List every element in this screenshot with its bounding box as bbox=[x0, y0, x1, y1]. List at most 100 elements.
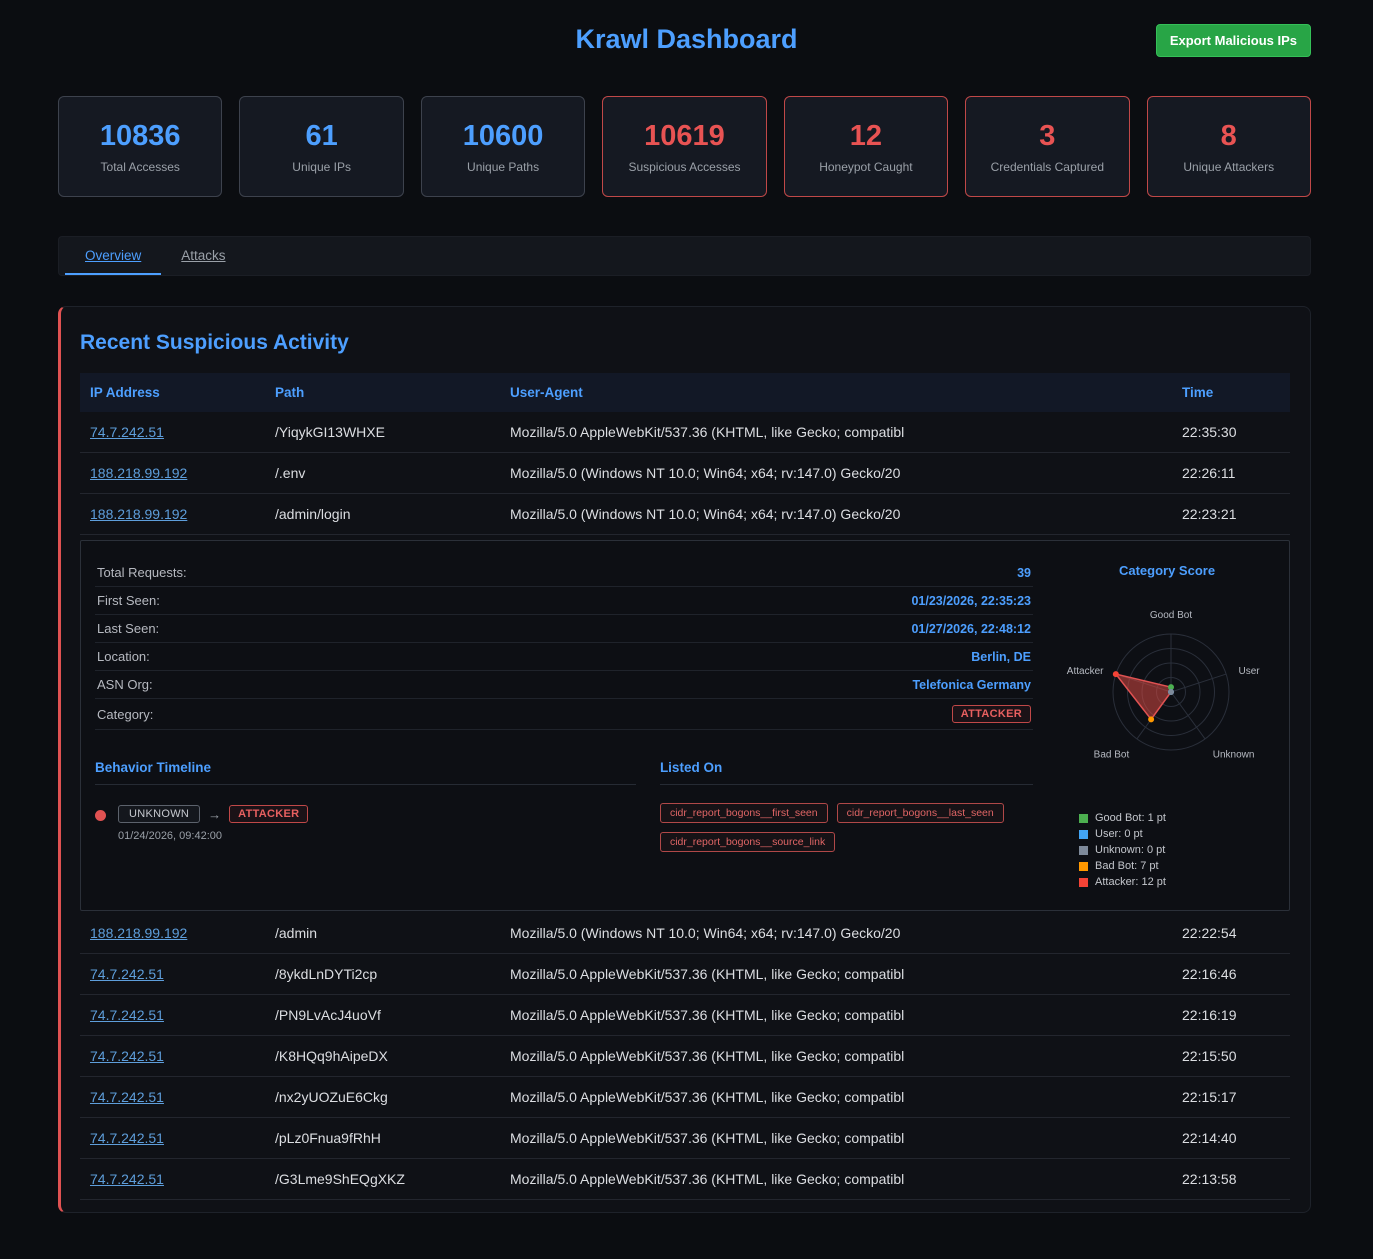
legend-item: Bad Bot: 7 pt bbox=[1079, 860, 1275, 872]
table-row[interactable]: 74.7.242.51 /K8HQq9hAipeDX Mozilla/5.0 A… bbox=[80, 1036, 1290, 1077]
radar-legend: Good Bot: 1 ptUser: 0 ptUnknown: 0 ptBad… bbox=[1079, 812, 1275, 888]
path-cell: /pLz0Fnua9fRhH bbox=[265, 1118, 500, 1159]
radar-score-polygon bbox=[1116, 674, 1171, 719]
listed-on-section: Listed On cidr_report_bogons__first_seen… bbox=[660, 760, 1033, 852]
ua-cell: Mozilla/5.0 AppleWebKit/537.36 (KHTML, l… bbox=[500, 1036, 1172, 1077]
detail-field-first-seen: First Seen: 01/23/2026, 22:35:23 bbox=[95, 587, 1033, 615]
ip-cell: 74.7.242.51 bbox=[80, 954, 265, 995]
ip-link[interactable]: 188.218.99.192 bbox=[90, 465, 187, 481]
export-malicious-ips-button[interactable]: Export Malicious IPs bbox=[1156, 24, 1311, 57]
ua-cell: Mozilla/5.0 AppleWebKit/537.36 (KHTML, l… bbox=[500, 1118, 1172, 1159]
radar-vertex-dot bbox=[1113, 671, 1119, 677]
stat-value: 12 bbox=[850, 120, 882, 153]
stat-label: Unique Paths bbox=[467, 160, 539, 174]
field-label: Category: bbox=[97, 707, 153, 722]
table-row[interactable]: 74.7.242.51 /YiqykGI13WHXE Mozilla/5.0 A… bbox=[80, 412, 1290, 453]
ip-link[interactable]: 74.7.242.51 bbox=[90, 1089, 164, 1105]
blocklist-badge[interactable]: cidr_report_bogons__last_seen bbox=[837, 803, 1004, 823]
stat-label: Unique Attackers bbox=[1183, 160, 1274, 174]
ip-link[interactable]: 74.7.242.51 bbox=[90, 1130, 164, 1146]
ip-link[interactable]: 188.218.99.192 bbox=[90, 925, 187, 941]
path-cell: /K8HQq9hAipeDX bbox=[265, 1036, 500, 1077]
field-value: 01/23/2026, 22:35:23 bbox=[911, 594, 1031, 608]
ip-cell: 74.7.242.51 bbox=[80, 412, 265, 453]
table-row[interactable]: 74.7.242.51 /pLz0Fnua9fRhH Mozilla/5.0 A… bbox=[80, 1118, 1290, 1159]
ip-detail-panel: Total Requests: 39 First Seen: 01/23/202… bbox=[80, 540, 1290, 911]
radar-chart-title: Category Score bbox=[1059, 563, 1275, 578]
stat-value: 3 bbox=[1039, 120, 1055, 153]
tab-overview[interactable]: Overview bbox=[65, 237, 161, 275]
radar-axis-label: User bbox=[1239, 666, 1261, 677]
detail-field-asn-org: ASN Org: Telefonica Germany bbox=[95, 671, 1033, 699]
ip-cell: 74.7.242.51 bbox=[80, 1036, 265, 1077]
stats-row: 10836 Total Accesses 61 Unique IPs 10600… bbox=[58, 96, 1311, 197]
blocklist-badge[interactable]: cidr_report_bogons__first_seen bbox=[660, 803, 828, 823]
time-cell: 22:23:21 bbox=[1172, 494, 1290, 535]
time-cell: 22:13:58 bbox=[1172, 1159, 1290, 1200]
stat-card-unique-paths: 10600 Unique Paths bbox=[421, 96, 585, 197]
ip-link[interactable]: 188.218.99.192 bbox=[90, 506, 187, 522]
app-header: Krawl Dashboard Export Malicious IPs bbox=[0, 0, 1373, 72]
table-row[interactable]: 188.218.99.192 /.env Mozilla/5.0 (Window… bbox=[80, 453, 1290, 494]
field-label: Total Requests: bbox=[97, 565, 187, 580]
path-cell: /nx2yUOZuE6Ckg bbox=[265, 1077, 500, 1118]
ua-cell: Mozilla/5.0 AppleWebKit/537.36 (KHTML, l… bbox=[500, 995, 1172, 1036]
field-value: Telefonica Germany bbox=[912, 678, 1031, 692]
ip-link[interactable]: 74.7.242.51 bbox=[90, 1048, 164, 1064]
stat-value: 10600 bbox=[463, 120, 544, 153]
ip-cell: 188.218.99.192 bbox=[80, 453, 265, 494]
ip-link[interactable]: 74.7.242.51 bbox=[90, 1171, 164, 1187]
ip-link[interactable]: 74.7.242.51 bbox=[90, 424, 164, 440]
behavior-timeline-heading: Behavior Timeline bbox=[95, 760, 636, 785]
ip-detail-fields: Total Requests: 39 First Seen: 01/23/202… bbox=[95, 559, 1033, 892]
tab-attacks[interactable]: Attacks bbox=[161, 237, 245, 275]
table-row[interactable]: 188.218.99.192 /admin Mozilla/5.0 (Windo… bbox=[80, 913, 1290, 954]
stat-card-unique-attackers: 8 Unique Attackers bbox=[1147, 96, 1311, 197]
suspicious-activity-table: IP Address Path User-Agent Time 74.7.242… bbox=[80, 373, 1290, 535]
stat-card-suspicious-accesses: 10619 Suspicious Accesses bbox=[602, 96, 766, 197]
legend-swatch bbox=[1079, 862, 1088, 871]
ip-cell: 74.7.242.51 bbox=[80, 995, 265, 1036]
path-cell: /admin/login bbox=[265, 494, 500, 535]
time-cell: 22:22:54 bbox=[1172, 913, 1290, 954]
stat-value: 10836 bbox=[100, 120, 181, 153]
ua-cell: Mozilla/5.0 (Windows NT 10.0; Win64; x64… bbox=[500, 494, 1172, 535]
table-row[interactable]: 74.7.242.51 /8ykdLnDYTi2cp Mozilla/5.0 A… bbox=[80, 954, 1290, 995]
detail-field-last-seen: Last Seen: 01/27/2026, 22:48:12 bbox=[95, 615, 1033, 643]
legend-swatch bbox=[1079, 846, 1088, 855]
radar-axis-label: Attacker bbox=[1067, 666, 1104, 677]
field-label: First Seen: bbox=[97, 593, 160, 608]
listed-on-heading: Listed On bbox=[660, 760, 1033, 785]
table-row[interactable]: 188.218.99.192 /admin/login Mozilla/5.0 … bbox=[80, 494, 1290, 535]
table-header-row: IP Address Path User-Agent Time bbox=[80, 373, 1290, 412]
stat-label: Credentials Captured bbox=[991, 160, 1104, 174]
ip-link[interactable]: 74.7.242.51 bbox=[90, 966, 164, 982]
radar-axis-label: Unknown bbox=[1213, 749, 1255, 760]
time-cell: 22:15:17 bbox=[1172, 1077, 1290, 1118]
time-cell: 22:16:46 bbox=[1172, 954, 1290, 995]
blocklist-badge[interactable]: cidr_report_bogons__source_link bbox=[660, 832, 835, 852]
timeline-timestamp: 01/24/2026, 09:42:00 bbox=[118, 830, 308, 842]
legend-swatch bbox=[1079, 814, 1088, 823]
detail-field-total-requests: Total Requests: 39 bbox=[95, 559, 1033, 587]
detail-field-location: Location: Berlin, DE bbox=[95, 643, 1033, 671]
legend-swatch bbox=[1079, 830, 1088, 839]
table-row[interactable]: 74.7.242.51 /PN9LvAcJ4uoVf Mozilla/5.0 A… bbox=[80, 995, 1290, 1036]
ip-link[interactable]: 74.7.242.51 bbox=[90, 1007, 164, 1023]
field-value: 01/27/2026, 22:48:12 bbox=[911, 622, 1031, 636]
legend-item: Good Bot: 1 pt bbox=[1079, 812, 1275, 824]
suspicious-activity-table-continued: 188.218.99.192 /admin Mozilla/5.0 (Windo… bbox=[80, 913, 1290, 1200]
stat-label: Total Accesses bbox=[101, 160, 180, 174]
ip-cell: 74.7.242.51 bbox=[80, 1077, 265, 1118]
radar-spoke bbox=[1171, 674, 1226, 692]
path-cell: /8ykdLnDYTi2cp bbox=[265, 954, 500, 995]
listed-on-badges: cidr_report_bogons__first_seen cidr_repo… bbox=[660, 803, 1033, 852]
detail-field-category: Category: ATTACKER bbox=[95, 699, 1033, 730]
ua-cell: Mozilla/5.0 AppleWebKit/537.36 (KHTML, l… bbox=[500, 1077, 1172, 1118]
table-row[interactable]: 74.7.242.51 /nx2yUOZuE6Ckg Mozilla/5.0 A… bbox=[80, 1077, 1290, 1118]
table-row[interactable]: 74.7.242.51 /G3Lme9ShEQgXKZ Mozilla/5.0 … bbox=[80, 1159, 1290, 1200]
ua-cell: Mozilla/5.0 AppleWebKit/537.36 (KHTML, l… bbox=[500, 1159, 1172, 1200]
stat-label: Honeypot Caught bbox=[819, 160, 912, 174]
stat-card-credentials-captured: 3 Credentials Captured bbox=[965, 96, 1129, 197]
ip-cell: 74.7.242.51 bbox=[80, 1118, 265, 1159]
